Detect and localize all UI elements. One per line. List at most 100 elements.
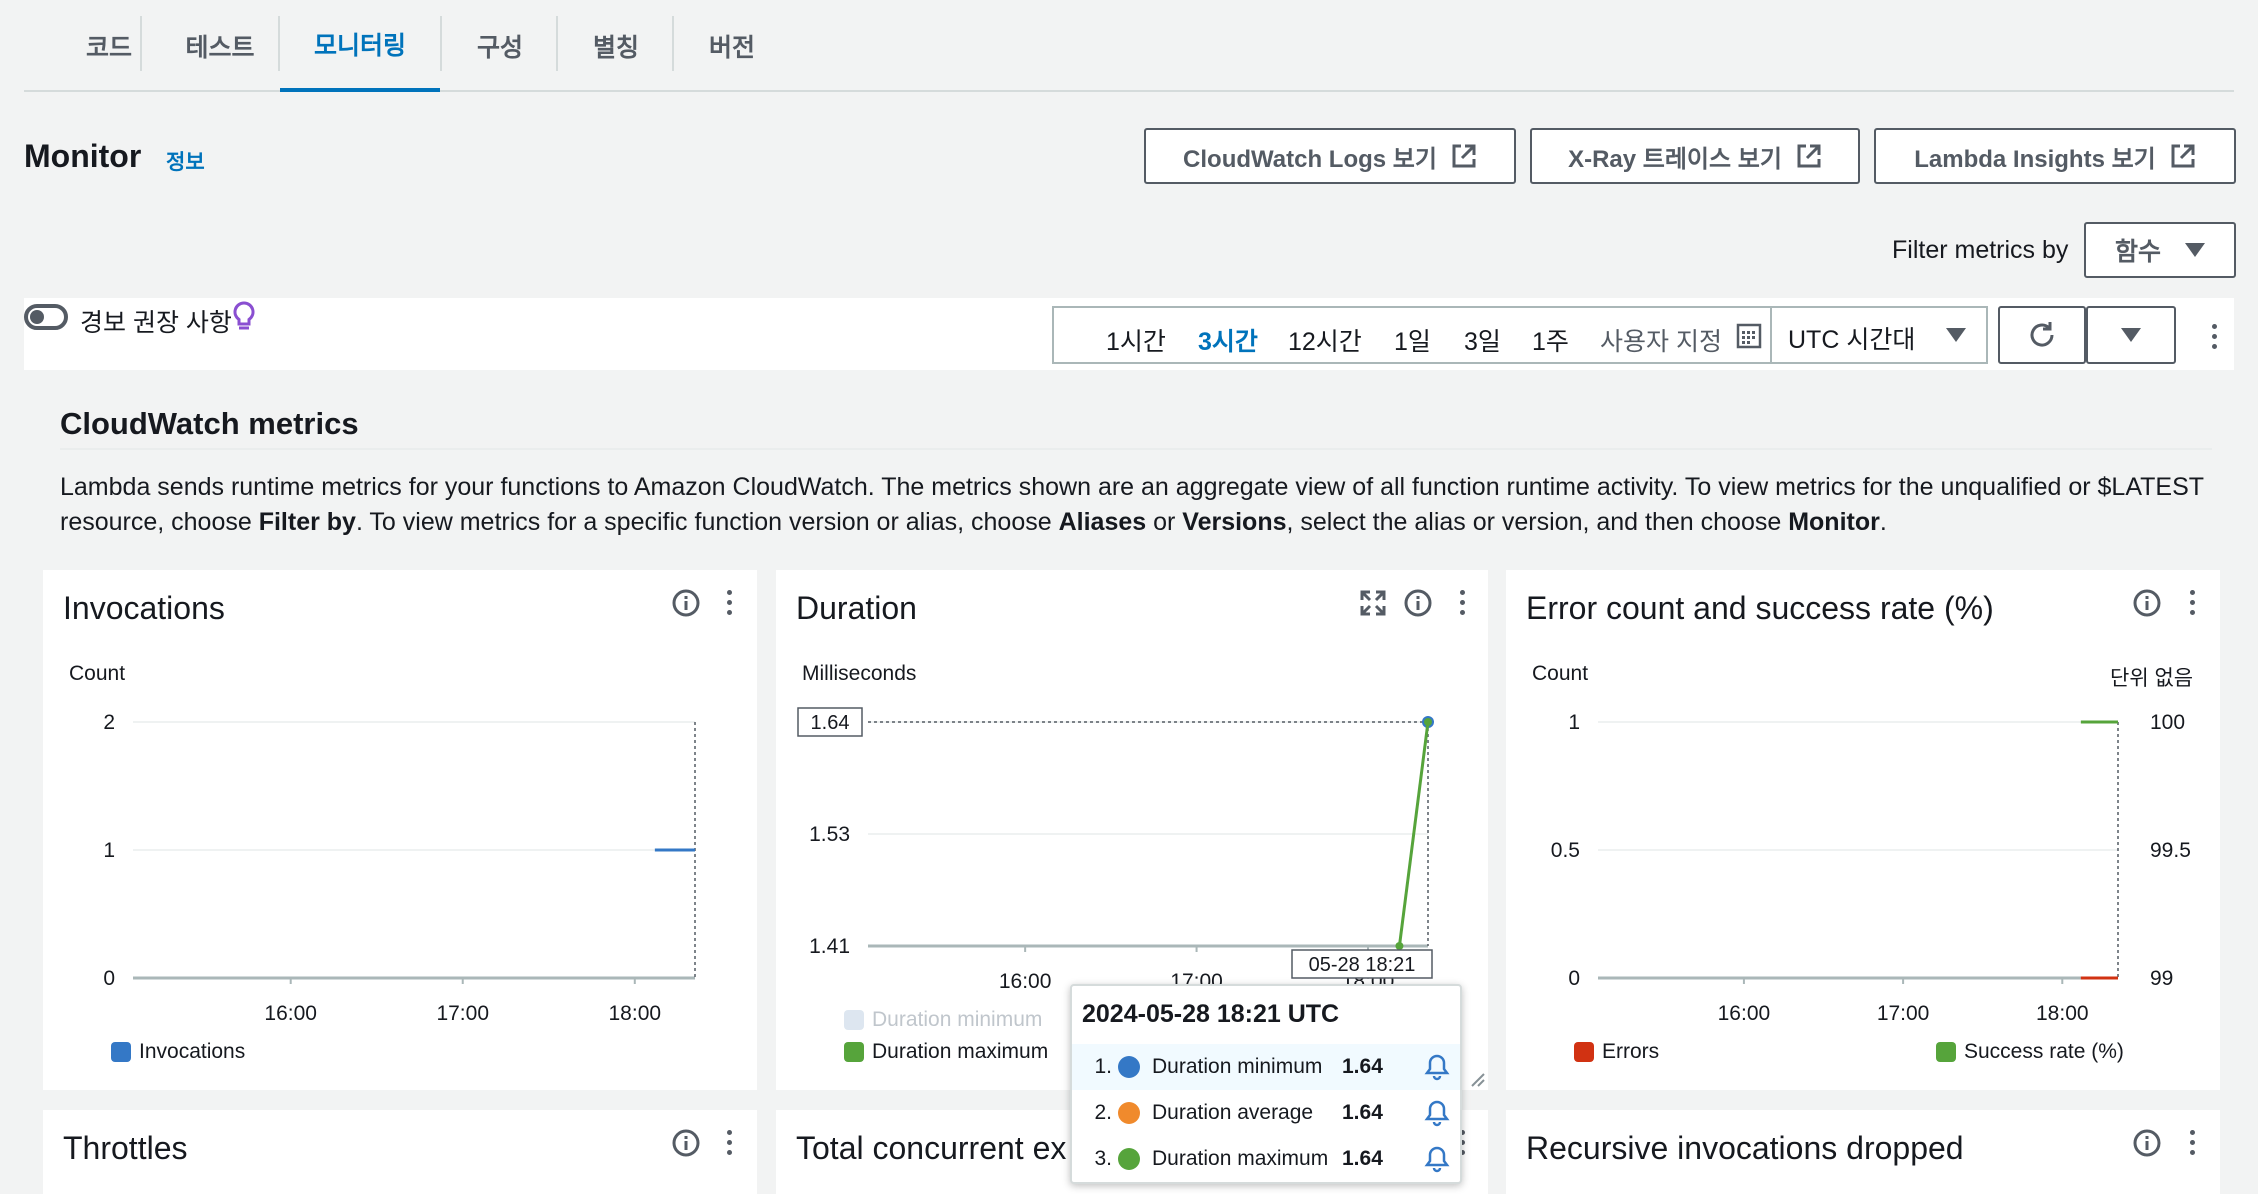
tooltip-row: 1. Duration minimum 1.64 (1072, 1044, 1460, 1090)
button-label: CloudWatch Logs 보기 (1183, 145, 1437, 173)
widget-title: Throttles (63, 1130, 188, 1166)
row-number: 1. (1094, 1055, 1112, 1078)
x-tick-label: 18:00 (2036, 1002, 2089, 1025)
alarm-recommendations-toggle[interactable] (24, 304, 68, 330)
x-tick-label: 17:00 (436, 1002, 489, 1025)
range-1w[interactable]: 1주 (1532, 322, 1569, 358)
legend-swatch (1936, 1042, 1956, 1062)
chart-tooltip: 2024-05-28 18:21 UTC 1. Duration minimum… (1070, 984, 1462, 1184)
filter-metrics-select[interactable]: 함수 (2084, 222, 2236, 278)
range-1d[interactable]: 1일 (1394, 322, 1431, 358)
throttles-widget: Throttles (43, 1110, 757, 1194)
filter-metrics-label: Filter metrics by (1892, 236, 2069, 264)
range-1h[interactable]: 1시간 (1106, 322, 1166, 358)
lightbulb-icon (233, 301, 255, 330)
invocations-widget: Invocations Count 0 1 2 16:00 17:00 18:00 Inv… (43, 570, 757, 1090)
tab-test[interactable]: 테스트 (142, 0, 298, 92)
series-name: Duration average (1152, 1101, 1314, 1124)
y-tick-label: 0 (103, 967, 115, 990)
section-description: Lambda sends runtime metrics for your fu… (60, 473, 2204, 536)
bell-icon[interactable] (1422, 1098, 1452, 1128)
legend-swatch (1574, 1042, 1594, 1062)
tab-monitoring[interactable]: 모니터링 (280, 0, 440, 92)
tooltip-row: 2. Duration average 1.64 (1072, 1090, 1460, 1136)
view-lambda-insights-button[interactable]: Lambda Insights 보기 (1874, 128, 2236, 184)
range-3h[interactable]: 3시간 (1198, 322, 1258, 358)
row-number: 2. (1094, 1101, 1112, 1124)
y-right-tick-label: 100 (2150, 711, 2185, 734)
series-value: 1.64 (1342, 1101, 1383, 1124)
legend-swatch (111, 1042, 131, 1062)
section-title: CloudWatch metrics (60, 406, 359, 441)
y-tick-label: 1.41 (809, 935, 850, 958)
time-label: 05-28 18:21 (1309, 954, 1416, 976)
legend-item[interactable]: Success rate (%) (1936, 1040, 2124, 1064)
legend-item[interactable]: Invocations (111, 1040, 245, 1064)
legend-label: Invocations (139, 1040, 246, 1063)
refresh-options-button[interactable] (2086, 306, 2176, 364)
info-icon[interactable] (671, 1128, 701, 1158)
y-right-tick-label: 99.5 (2150, 839, 2191, 862)
data-point (1395, 942, 1404, 950)
legend-swatch (844, 1042, 864, 1062)
alarm-recommendations-label: 경보 권장 사항 (80, 309, 232, 337)
legend-item[interactable]: Duration maximum (844, 1040, 1048, 1064)
view-xray-traces-button[interactable]: X-Ray 트레이스 보기 (1530, 128, 1860, 184)
time-range-selector: 1시간 3시간 12시간 1일 3일 1주 사용자 지정 (1052, 306, 1772, 364)
y-tick-label: 2 (103, 711, 115, 734)
series-dot (1118, 1148, 1140, 1170)
button-label: Lambda Insights 보기 (1914, 145, 2156, 173)
tab-aliases[interactable]: 별칭 (558, 0, 674, 92)
info-icon[interactable] (2132, 1128, 2162, 1158)
view-cloudwatch-logs-button[interactable]: CloudWatch Logs 보기 (1144, 128, 1516, 184)
recursive-invocations-widget: Recursive invocations dropped (1506, 1110, 2220, 1194)
range-12h[interactable]: 12시간 (1288, 322, 1362, 358)
caret-down-icon (2121, 328, 2141, 342)
legend-item[interactable]: Errors (1574, 1040, 1659, 1064)
y-tick-label: 1.53 (809, 823, 850, 846)
caret-down-icon (1946, 328, 1966, 342)
more-options-icon[interactable] (2212, 324, 2217, 349)
tooltip-row: 3. Duration maximum 1.64 (1072, 1136, 1460, 1182)
series-value: 1.64 (1342, 1147, 1383, 1170)
y-right-tick-label: 99 (2150, 967, 2173, 990)
range-custom[interactable]: 사용자 지정 (1600, 322, 1722, 358)
x-tick-label: 16:00 (1718, 1002, 1771, 1025)
tab-bar: 코드 테스트 모니터링 구성 별칭 버전 (24, 0, 2234, 92)
errors-widget: Error count and success rate (%) Count 단… (1506, 570, 2220, 1090)
widget-menu-icon[interactable] (727, 1130, 732, 1155)
refresh-button[interactable] (1998, 306, 2086, 364)
resize-handle-icon[interactable] (1470, 1072, 1486, 1088)
data-point (1424, 718, 1432, 726)
bell-icon[interactable] (1422, 1144, 1452, 1174)
widget-menu-icon[interactable] (2190, 1130, 2195, 1155)
legend-label: Duration maximum (872, 1040, 1049, 1063)
info-link[interactable]: 정보 (166, 146, 205, 176)
y-tick-label: 0 (1568, 967, 1580, 990)
y-tick-label: 0.5 (1551, 839, 1580, 862)
row-number: 3. (1094, 1147, 1112, 1170)
series-dot (1118, 1056, 1140, 1078)
x-tick-label: 16:00 (264, 1002, 317, 1025)
value-label: 1.64 (811, 712, 850, 734)
external-link-icon (1797, 144, 1821, 168)
refresh-icon (2030, 322, 2054, 347)
legend-swatch (844, 1010, 864, 1030)
errors-chart: 0 0.5 1 16:00 17:00 18:00 99 99.5 100 (1551, 711, 2191, 1025)
legend-item[interactable]: Duration minimum (844, 1008, 1042, 1032)
tab-versions[interactable]: 버전 (674, 0, 790, 92)
button-label: X-Ray 트레이스 보기 (1568, 145, 1782, 173)
bell-icon[interactable] (1422, 1052, 1452, 1082)
legend-label: Errors (1602, 1040, 1660, 1063)
widget-title: Recursive invocations dropped (1526, 1130, 1964, 1166)
range-3d[interactable]: 3일 (1464, 322, 1501, 358)
tooltip-title: 2024-05-28 18:21 UTC (1082, 1000, 1340, 1028)
tab-configuration[interactable]: 구성 (442, 0, 558, 92)
y-tick-label: 1 (103, 839, 115, 862)
calendar-icon[interactable] (1736, 322, 1762, 350)
section-divider (60, 448, 2212, 450)
widget-title: Total concurrent ex (796, 1130, 1067, 1166)
legend-label: Duration minimum (872, 1008, 1043, 1031)
external-link-icon (1452, 144, 1476, 168)
timezone-value: UTC 시간대 (1788, 326, 1916, 354)
